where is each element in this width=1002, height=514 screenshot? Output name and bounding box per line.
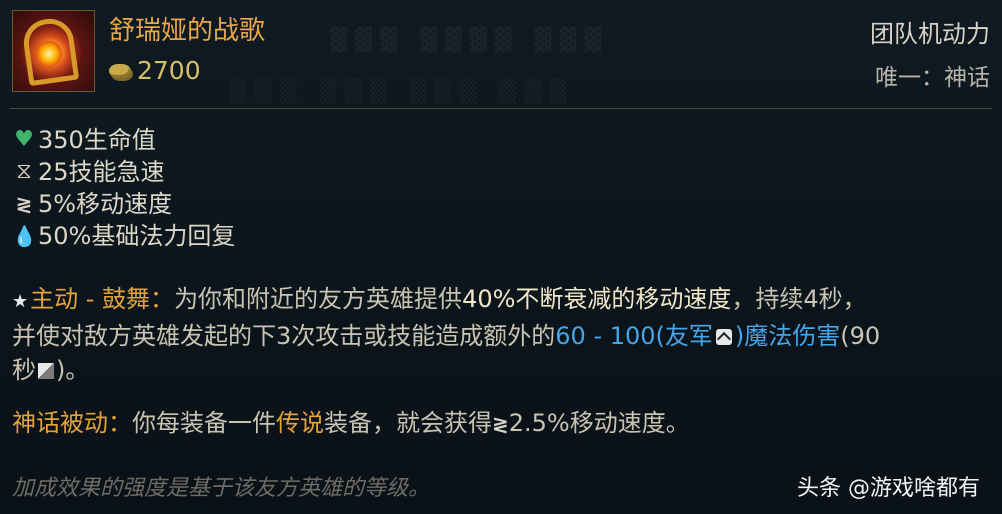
passive-text: 你每装备一件 — [132, 409, 276, 437]
magic-damage-text: )魔法伤害 — [734, 322, 841, 350]
gold-coin-icon — [109, 63, 131, 78]
move-speed-icon: ≷ — [15, 192, 33, 216]
stat-text: 50%基础法力回复 — [38, 222, 236, 250]
item-header: 舒瑞娅的战歌 2700 团队机动力 唯一：神话 — [12, 10, 996, 96]
stat-move-speed: ≷ 5%移动速度 — [12, 188, 235, 220]
passive-text: 2.5%移动速度。 — [508, 409, 690, 437]
stat-mana-regen: 💧 50%基础法力回复 — [12, 220, 235, 252]
item-unique-tag: 唯一：神话 — [875, 65, 990, 91]
magic-damage-text: 60 - 100(友军 — [555, 322, 713, 350]
item-category: 团队机动力 — [870, 20, 990, 48]
item-portrait-icon — [12, 10, 95, 92]
item-gem-graphic — [36, 41, 62, 67]
stat-text: 5%移动速度 — [38, 190, 173, 218]
passive-label: 神话被动： — [12, 409, 132, 437]
active-text: 为你和附近的友方英雄提供 — [174, 285, 463, 313]
star-icon: ★ — [12, 291, 29, 312]
active-label: 主动 - 鼓舞： — [30, 285, 175, 313]
active-text: )。 — [56, 356, 90, 384]
stat-health: ♥ 350生命值 — [12, 124, 235, 156]
stat-text: 25技能急速 — [38, 158, 165, 186]
active-text: 并使对敌方英雄发起的下3次攻击或技能造成额外的 — [12, 322, 556, 350]
active-text: ，持续4秒， — [731, 285, 867, 313]
item-tooltip: ▓▓▓ ▓▓▓▓ ▓▓▓ ▒▒▒ ▒▒▒ ▒▒▒ ▒▒▒ 舒瑞娅的战歌 2700… — [0, 0, 1002, 514]
mana-regen-icon: 💧 — [12, 224, 37, 248]
item-stats: ♥ 350生命值 ⧖ 25技能急速 ≷ 5%移动速度 💧 50%基础法力回复 — [12, 124, 235, 252]
watermark: 头条 @游戏啥都有 — [797, 476, 980, 501]
passive-text: 装备，就会获得 — [324, 409, 492, 437]
active-highlight: 40%不断衰减的移动速度 — [462, 285, 732, 313]
stat-text: 350生命值 — [38, 126, 156, 154]
item-name: 舒瑞娅的战歌 — [109, 16, 266, 46]
ability-haste-icon: ⧖ — [16, 159, 32, 184]
cooldown-icon — [38, 363, 54, 379]
header-divider — [10, 108, 992, 109]
mythic-passive: 神话被动：你每装备一件传说装备，就会获得≷2.5%移动速度。 — [12, 406, 690, 441]
stat-ability-haste: ⧖ 25技能急速 — [12, 156, 235, 188]
footnote: 加成效果的强度是基于该友方英雄的等级。 — [12, 476, 431, 501]
cooldown-text: 秒 — [12, 356, 36, 384]
item-cost: 2700 — [109, 56, 201, 85]
move-speed-icon: ≷ — [492, 412, 509, 436]
heart-icon: ♥ — [14, 127, 34, 152]
ally-chevron-icon — [715, 329, 732, 345]
active-description: ★主动 - 鼓舞：为你和附近的友方英雄提供40%不断衰减的移动速度，持续4秒， … — [12, 282, 992, 387]
legendary-keyword: 传说 — [276, 409, 324, 437]
cooldown-text: (90 — [840, 322, 881, 350]
item-cost-value: 2700 — [137, 56, 201, 85]
